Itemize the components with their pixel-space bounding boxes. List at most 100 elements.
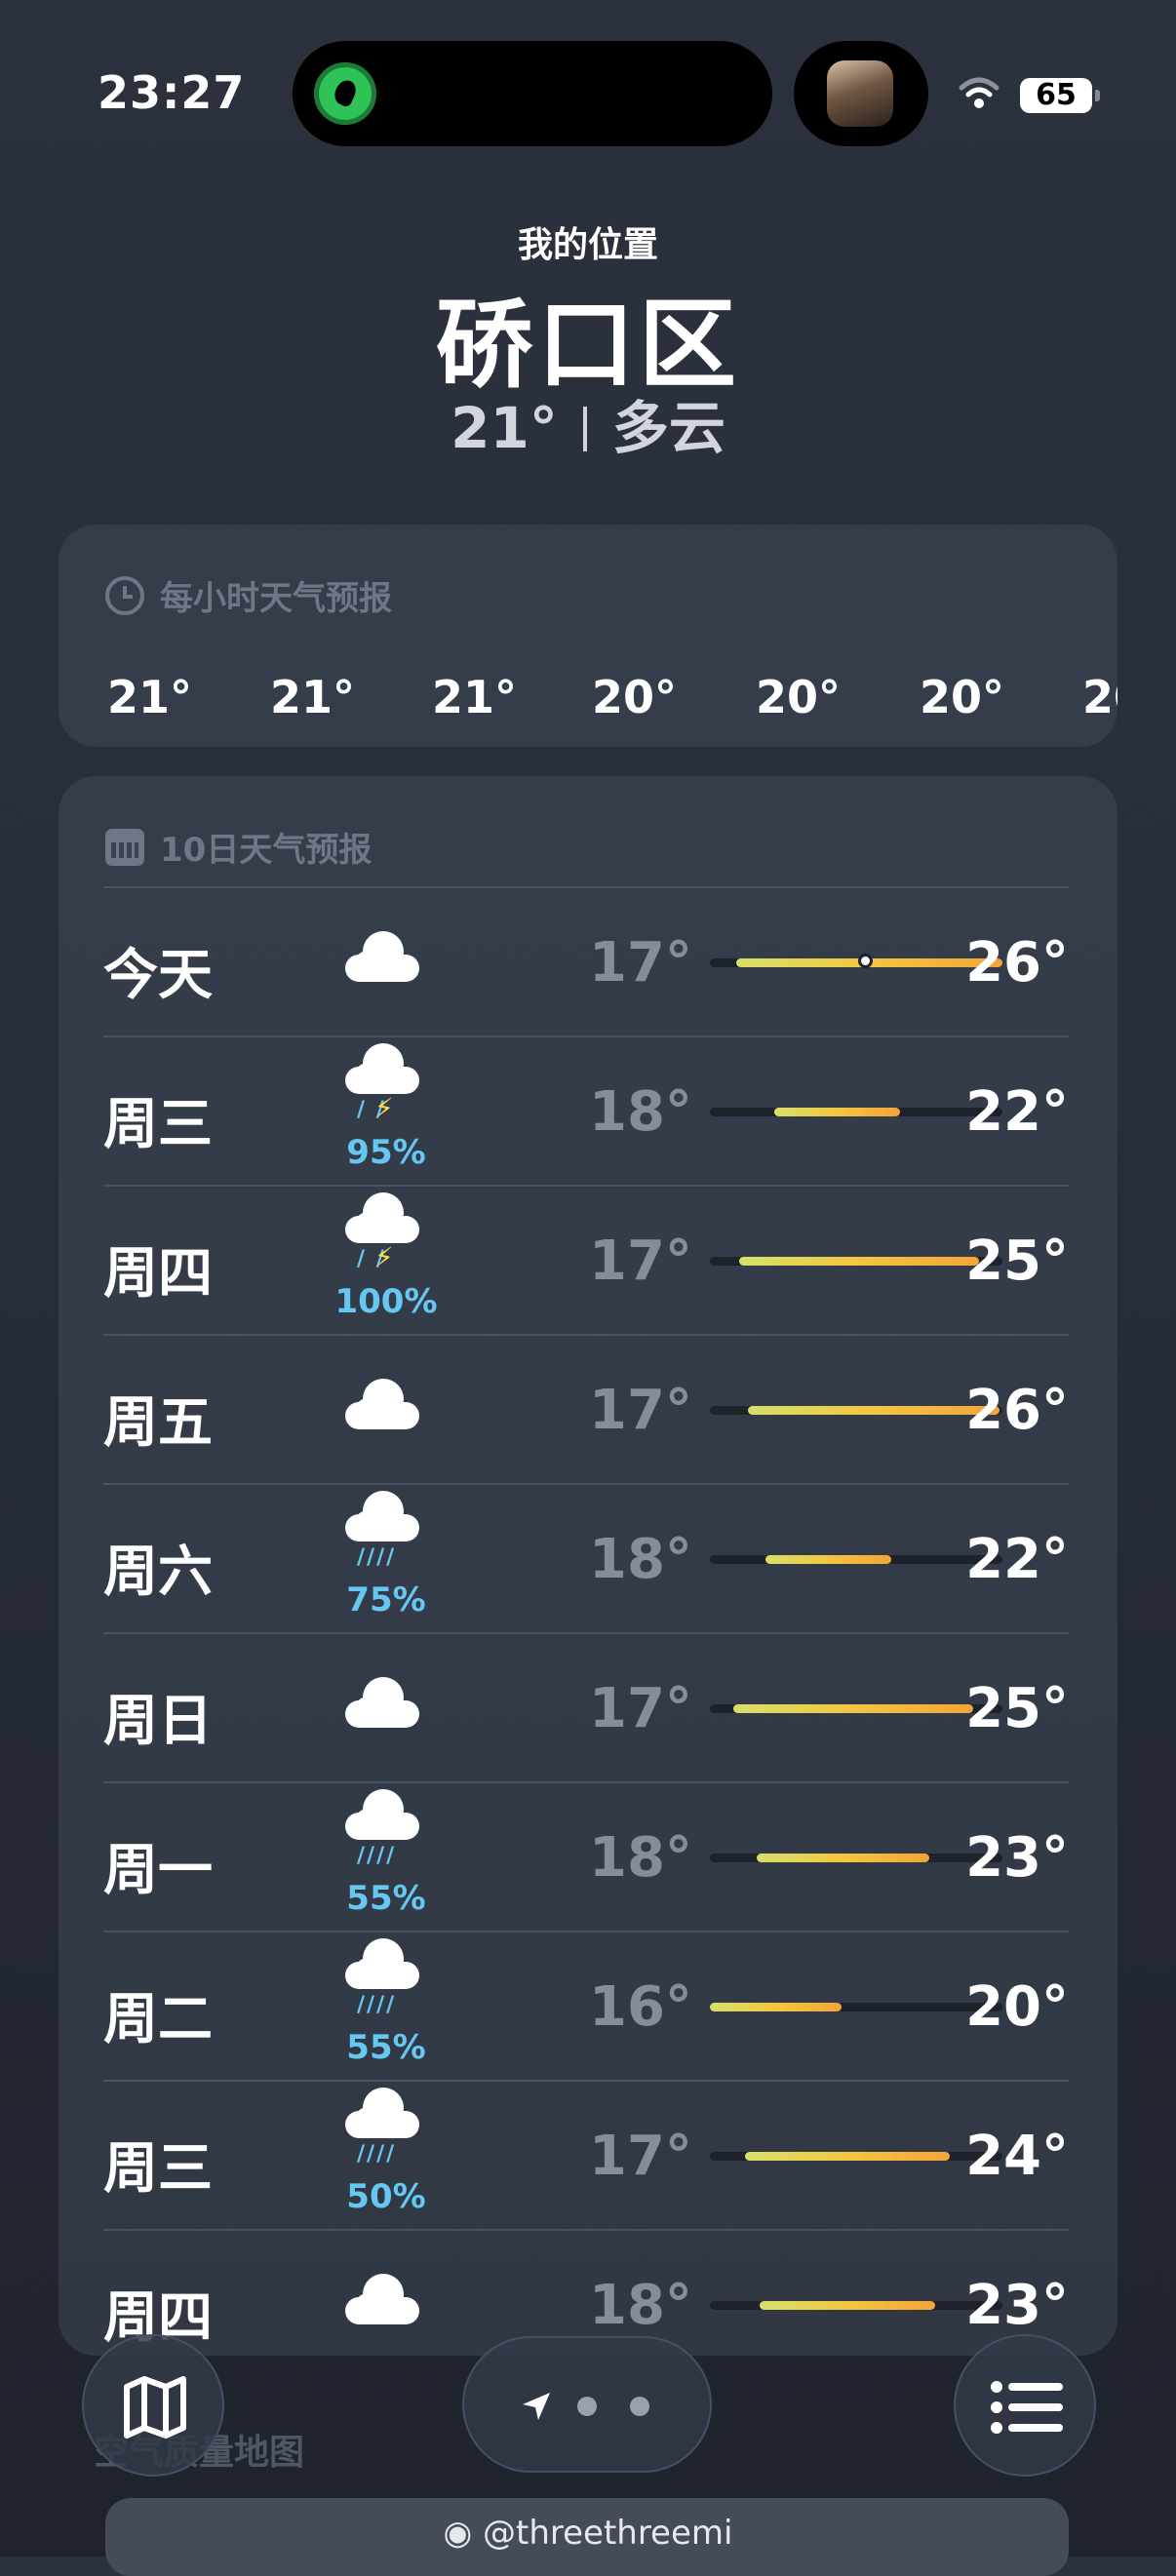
hourly-forecast-header: 每小时天气预报: [105, 571, 392, 619]
temp-range-bar: [710, 1854, 1002, 1862]
daily-forecast-row[interactable]: 周二 //// 55% 16° 20°: [103, 1931, 1069, 2080]
daily-forecast-row[interactable]: 周四 / / ⚡ 100% 17° 25°: [103, 1185, 1069, 1334]
location-arrow-icon: [523, 2393, 550, 2420]
day-label: 周二: [103, 1988, 213, 2051]
high-temp: 25°: [965, 1677, 1069, 1740]
daily-forecast-row[interactable]: 周日 17° 25°: [103, 1632, 1069, 1781]
high-temp: 22°: [965, 1080, 1069, 1144]
clock-icon: [105, 575, 144, 615]
day-label: 周一: [103, 1839, 213, 1902]
temp-range-fill: [745, 2152, 950, 2161]
low-temp: 17°: [589, 2125, 692, 2188]
precip-chance: 95%: [346, 1133, 426, 1172]
temp-range-bar: [710, 1406, 1002, 1415]
high-temp: 25°: [965, 1229, 1069, 1293]
cloud-icon: [318, 900, 454, 1027]
rain-icon: //// 75%: [318, 1491, 454, 1623]
map-button[interactable]: [82, 2334, 224, 2477]
music-app-icon[interactable]: [314, 62, 376, 125]
thunderstorm-icon: / / ⚡ 95%: [318, 1043, 454, 1176]
cloud-icon: [318, 2243, 454, 2356]
precip-chance: 50%: [346, 2177, 426, 2216]
cloud-shape: [345, 2274, 419, 2324]
day-label: 周三: [103, 2137, 213, 2201]
cloud-shape: [345, 1677, 419, 1728]
current-condition: 多云: [611, 395, 725, 461]
precip-chance: 55%: [346, 1879, 426, 1918]
cloud-icon: [318, 1347, 454, 1474]
location-subtitle: 我的位置: [517, 225, 658, 265]
hourly-temp: 20°: [920, 671, 1005, 723]
hourly-temp: 20°: [1082, 671, 1117, 723]
high-temp: 23°: [965, 2274, 1069, 2337]
hourly-forecast-card[interactable]: 每小时天气预报 21° 21° 21° 20° 20° 20° 20°: [59, 525, 1117, 747]
low-temp: 18°: [589, 1080, 692, 1144]
low-temp: 17°: [589, 1229, 692, 1293]
low-temp: 18°: [589, 1826, 692, 1890]
dynamic-island[interactable]: [293, 41, 772, 146]
hourly-temp: 20°: [756, 671, 842, 723]
hourly-temp: 21°: [270, 671, 356, 723]
daily-forecast-row[interactable]: 周三 //// 50% 17° 24°: [103, 2080, 1069, 2229]
lightning-bolt: ⚡: [374, 1241, 394, 1273]
hourly-temp: 21°: [432, 671, 518, 723]
day-label: 周日: [103, 1690, 213, 1753]
day-label: 周三: [103, 1093, 213, 1156]
page-dot[interactable]: [577, 2397, 597, 2416]
temp-range-fill: [765, 1555, 891, 1564]
daily-forecast-row[interactable]: 今天 17° 26°: [103, 886, 1069, 1035]
low-temp: 18°: [589, 2274, 692, 2337]
cloud-shape: [345, 1491, 419, 1542]
low-temp: 17°: [589, 931, 692, 995]
day-label: 今天: [103, 944, 213, 1007]
day-label: 周四: [103, 1242, 213, 1306]
daily-forecast-row[interactable]: 周三 / / ⚡ 95% 18° 22°: [103, 1035, 1069, 1185]
daily-forecast-card[interactable]: 10日天气预报 今天 17° 26° 周三 / / ⚡ 95% 18° 22° 周四 / / ⚡ 100…: [59, 776, 1117, 2356]
city-list-button[interactable]: [954, 2334, 1096, 2477]
weibo-icon: ◉: [443, 2514, 473, 2553]
hourly-temp: 21°: [107, 671, 193, 723]
page-indicator[interactable]: [462, 2336, 712, 2473]
rain-drops: ////: [357, 1993, 397, 2017]
daily-forecast-row[interactable]: 周一 //// 55% 18° 23°: [103, 1781, 1069, 1931]
lightning-bolt: ⚡: [374, 1092, 394, 1124]
page-dot[interactable]: [630, 2397, 649, 2416]
temp-range-fill: [710, 2003, 842, 2011]
high-temp: 24°: [965, 2125, 1069, 2188]
dynamic-island-live-activity[interactable]: [794, 41, 928, 146]
high-temp: 26°: [965, 931, 1069, 995]
temp-range-bar: [710, 954, 1002, 968]
thunderstorm-icon: / / ⚡ 100%: [318, 1192, 454, 1325]
hourly-temps-row[interactable]: 21° 21° 21° 20° 20° 20° 20°: [59, 671, 1117, 739]
cloud-shape: [345, 1192, 419, 1243]
list-icon: [991, 2381, 1063, 2434]
temp-range-bar: [710, 2152, 1002, 2161]
battery-indicator: 65: [1020, 78, 1100, 113]
precip-chance: 75%: [346, 1581, 426, 1620]
cloud-shape: [345, 1043, 419, 1094]
high-temp: 26°: [965, 1379, 1069, 1442]
low-temp: 17°: [589, 1379, 692, 1442]
rain-icon: //// 50%: [318, 2088, 454, 2220]
temp-range-bar: [710, 1704, 1002, 1713]
cloud-shape: [345, 1379, 419, 1429]
daily-forecast-header: 10日天气预报: [105, 823, 372, 871]
low-temp: 18°: [589, 1528, 692, 1591]
current-conditions: 21° 多云: [0, 382, 1176, 464]
current-temp: 21°: [451, 395, 558, 461]
temp-range-fill: [739, 1257, 979, 1266]
calendar-icon: [105, 828, 144, 866]
rain-drops: ////: [357, 2142, 397, 2166]
status-time: 23:27: [98, 66, 246, 119]
cloud-icon: [318, 1646, 454, 1773]
high-temp: 23°: [965, 1826, 1069, 1890]
precip-chance: 55%: [346, 2028, 426, 2067]
temp-range-bar: [710, 1555, 1002, 1564]
daily-forecast-row[interactable]: 周五 17° 26°: [103, 1334, 1069, 1483]
daily-forecast-row[interactable]: 周六 //// 75% 18° 22°: [103, 1483, 1069, 1632]
high-temp: 22°: [965, 1528, 1069, 1591]
low-temp: 17°: [589, 1677, 692, 1740]
wifi-icon: [959, 77, 1000, 108]
temp-range-fill: [760, 2301, 935, 2310]
cloud-shape: [345, 1789, 419, 1840]
